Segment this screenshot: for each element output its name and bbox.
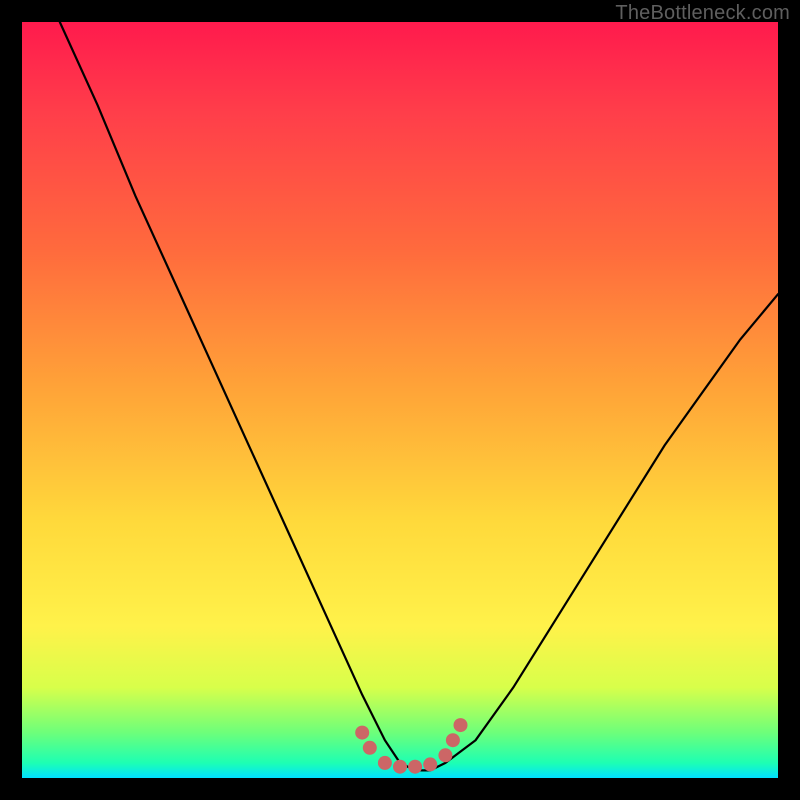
- curve-layer: [22, 22, 778, 778]
- highlight-dot: [408, 760, 422, 774]
- highlight-dot: [355, 726, 369, 740]
- highlight-dots: [355, 718, 467, 774]
- highlight-dot: [423, 757, 437, 771]
- highlight-dot: [393, 760, 407, 774]
- highlight-dot: [454, 718, 468, 732]
- highlight-dot: [446, 733, 460, 747]
- highlight-dot: [363, 741, 377, 755]
- plot-area: [22, 22, 778, 778]
- chart-frame: TheBottleneck.com: [0, 0, 800, 800]
- highlight-dot: [378, 756, 392, 770]
- highlight-dot: [438, 748, 452, 762]
- bottleneck-curve: [60, 22, 778, 770]
